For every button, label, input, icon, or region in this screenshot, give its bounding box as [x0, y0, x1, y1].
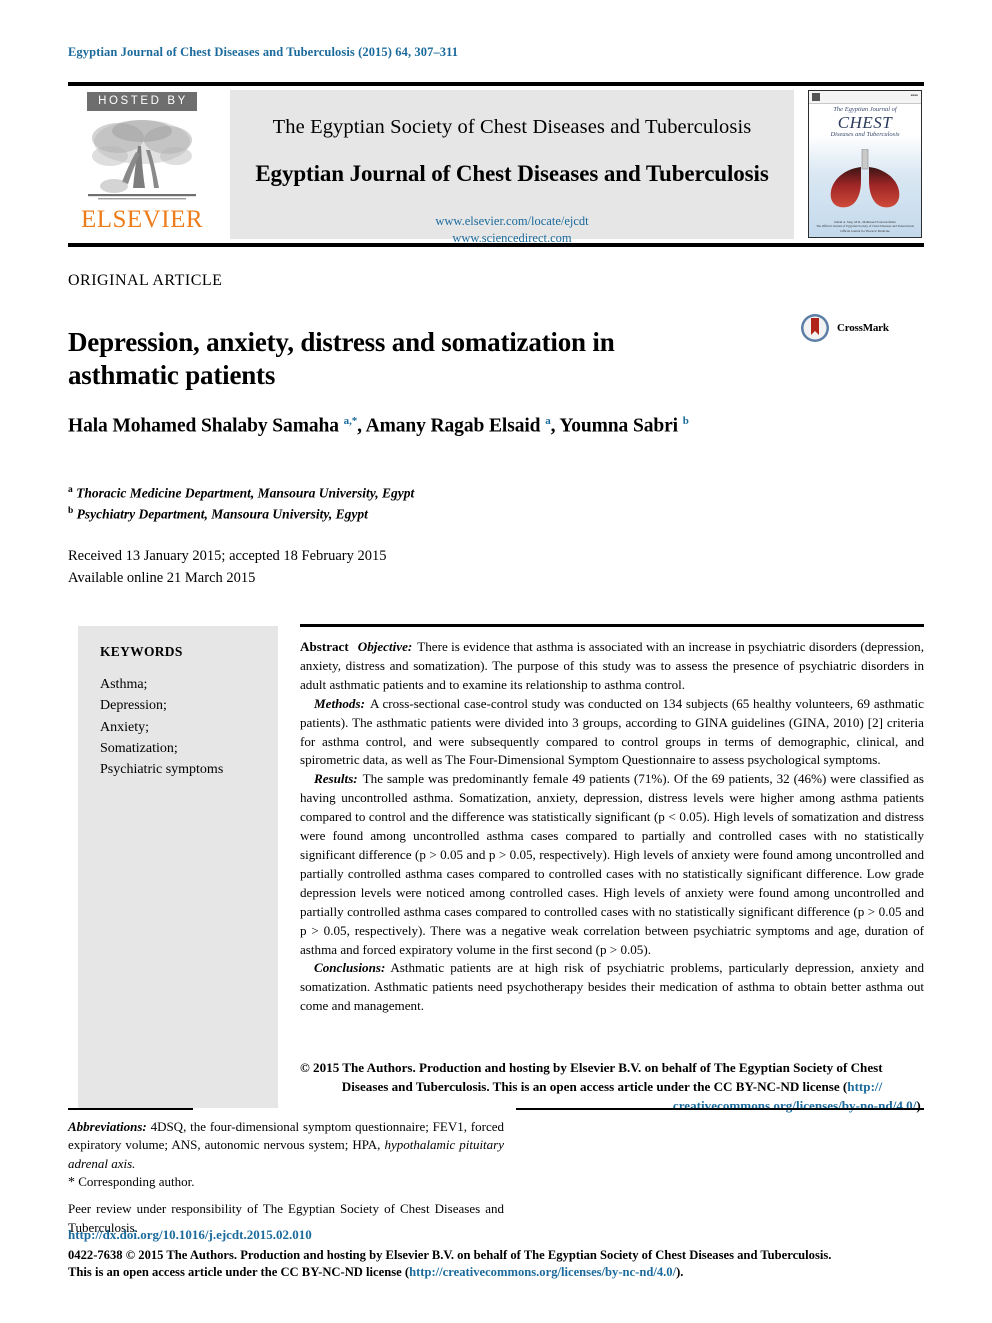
abbreviations-label: Abbreviations:: [68, 1119, 147, 1134]
elsevier-wordmark: ELSEVIER: [80, 206, 204, 234]
keywords-list: Asthma; Depression; Anxiety; Somatizatio…: [100, 674, 278, 780]
journal-name: Egyptian Journal of Chest Diseases and T…: [255, 161, 769, 186]
cover-mini-logo-icon: [812, 93, 820, 101]
received-date: Received 13 January 2015; accepted 18 Fe…: [68, 548, 387, 564]
copyright-line-1: © 2015 The Authors. Production and hosti…: [300, 1060, 883, 1075]
copyright-line-3: creativecommons.org/licenses/by-no-nd/4.…: [300, 1097, 924, 1116]
cc-license-link-part1[interactable]: http://: [847, 1079, 882, 1094]
cc-license-link-part2[interactable]: creativecommons.org/licenses/by-no-nd/4.…: [673, 1098, 916, 1113]
affiliation-a-text: Thoracic Medicine Department, Mansoura U…: [76, 485, 415, 501]
cover-title-line3: Diseases and Tuberculosis: [830, 130, 900, 138]
article-page: Egyptian Journal of Chest Diseases and T…: [0, 0, 992, 1323]
abstract-label: Abstract: [300, 639, 349, 654]
keyword-item: Asthma;: [100, 677, 148, 692]
objective-label: Objective:: [357, 639, 413, 654]
sciencedirect-url[interactable]: www.sciencedirect.com: [435, 230, 588, 247]
journal-title-panel: The Egyptian Society of Chest Diseases a…: [230, 90, 794, 245]
keyword-item: Anxiety;: [100, 719, 149, 735]
cover-footer-line3: Official Journal for Thoracic Medicine: [840, 228, 890, 233]
available-online-date: Available online 21 March 2015: [68, 569, 256, 586]
publisher-brand-column: HOSTED BY ELSEVIER: [68, 90, 216, 239]
journal-urls: www.elsevier.com/locate/ejcdt www.scienc…: [435, 213, 588, 247]
crossmark-badge[interactable]: CrossMark: [800, 313, 889, 343]
society-name: The Egyptian Society of Chest Diseases a…: [272, 116, 752, 138]
cover-header-bar: ■■■■: [809, 91, 921, 104]
abstract-body: Abstract Objective: There is evidence that…: [300, 638, 924, 1016]
masthead-body: HOSTED BY ELSEVIER The Egyptian Society …: [68, 90, 924, 245]
conclusions-text: Asthmatic patients are at high risk of p…: [300, 960, 924, 1014]
cover-footer-text: Ismail A. Sing, M.D., Mahmoud Fouad Asfa…: [813, 220, 917, 233]
affiliation-a: a Thoracic Medicine Department, Mansoura…: [68, 483, 414, 504]
keyword-item: Depression;: [100, 698, 167, 714]
footnote-rule: [68, 1108, 193, 1110]
abstract-results-paragraph: Results: The sample was predominantly fem…: [300, 770, 924, 959]
footnote-gap: [68, 1193, 504, 1200]
methods-label: Methods:: [314, 695, 365, 711]
journal-cover-thumbnail: ■■■■ The Egyptian Journal of CHEST Disea…: [808, 90, 922, 238]
cover-title-line2: CHEST: [837, 112, 893, 132]
affiliation-marker-a: a: [68, 485, 73, 495]
methods-text: A cross-sectional case-control study was…: [300, 695, 924, 768]
abstract-top-rule: [300, 624, 924, 627]
license-line-2-post: ).: [676, 1265, 684, 1280]
abstract-conclusions-paragraph: Conclusions: Asthmatic patients are at hi…: [300, 959, 924, 1016]
author-list: Hala Mohamed Shalaby Samaha a,*, Amany R…: [68, 415, 689, 437]
copyright-line-2: Diseases and Tuberculosis. This is an op…: [300, 1078, 924, 1097]
footnote-block: Abbreviations: 4DSQ, the four-dimensiona…: [68, 1118, 504, 1237]
journal-masthead: HOSTED BY ELSEVIER The Egyptian Society …: [68, 82, 924, 247]
elsevier-locate-url[interactable]: www.elsevier.com/locate/ejcdt: [435, 213, 588, 230]
crossmark-label: CrossMark: [837, 322, 889, 334]
copyright-tail: ).: [916, 1097, 924, 1113]
running-head: Egyptian Journal of Chest Diseases and T…: [68, 45, 459, 59]
footer-license: 0422-7638 © 2015 The Authors. Production…: [68, 1247, 924, 1282]
abstract-methods-paragraph: Methods: A cross-sectional case-control s…: [300, 695, 924, 771]
elsevier-tree-icon: [88, 120, 196, 200]
affiliation-list: a Thoracic Medicine Department, Mansoura…: [68, 483, 414, 526]
results-text: The sample was predominantly female 49 p…: [300, 771, 924, 957]
copyright-line-2-text: Diseases and Tuberculosis. This is an op…: [341, 1078, 848, 1094]
crossmark-icon: [801, 314, 829, 342]
affiliation-b-text: Psychiatry Department, Mansoura Universi…: [76, 506, 368, 522]
license-line-2-pre: This is an open access article under the…: [68, 1265, 410, 1280]
abstract-bottom-rule: [516, 1108, 924, 1111]
keywords-heading: KEYWORDS: [100, 644, 183, 659]
results-label: Results:: [314, 771, 358, 787]
affiliation-b: b Psychiatry Department, Mansoura Univer…: [68, 504, 414, 525]
keyword-item: Psychiatric symptoms: [100, 762, 224, 778]
article-type-label: ORIGINAL ARTICLE: [68, 272, 223, 289]
page-title: Depression, anxiety, distress and somati…: [68, 327, 615, 391]
abbreviations-note: Abbreviations: 4DSQ, the four-dimensiona…: [68, 1118, 504, 1173]
affiliation-marker-b: b: [68, 506, 74, 517]
keyword-item: Somatization;: [100, 740, 178, 756]
license-line-2: This is an open access article under the…: [68, 1264, 924, 1281]
keywords-panel: KEYWORDS Asthma; Depression; Anxiety; So…: [78, 626, 278, 1108]
article-dates: Received 13 January 2015; accepted 18 Fe…: [68, 546, 387, 590]
conclusions-label: Conclusions:: [314, 960, 386, 976]
corresponding-author-text: Corresponding author.: [78, 1174, 195, 1190]
license-line-1: 0422-7638 © 2015 The Authors. Production…: [68, 1248, 832, 1262]
hosted-by-badge: HOSTED BY: [87, 92, 197, 112]
cover-title-block: The Egyptian Journal of CHEST Diseases a…: [809, 106, 921, 138]
lungs-illustration-icon: [830, 149, 900, 208]
asterisk-icon: *: [68, 1175, 75, 1191]
cover-header-text: ■■■■: [910, 93, 918, 97]
masthead-top-rule: [68, 82, 924, 86]
corresponding-author-note: * Corresponding author.: [68, 1173, 504, 1193]
footer-cc-license-link[interactable]: http://creativecommons.org/licenses/by-n…: [409, 1265, 676, 1279]
doi-link[interactable]: http://dx.doi.org/10.1016/j.ejcdt.2015.0…: [68, 1227, 312, 1243]
abstract-objective-paragraph: Abstract Objective: There is evidence that…: [300, 638, 924, 695]
journal-cover-column: ■■■■ The Egyptian Journal of CHEST Disea…: [806, 90, 924, 239]
